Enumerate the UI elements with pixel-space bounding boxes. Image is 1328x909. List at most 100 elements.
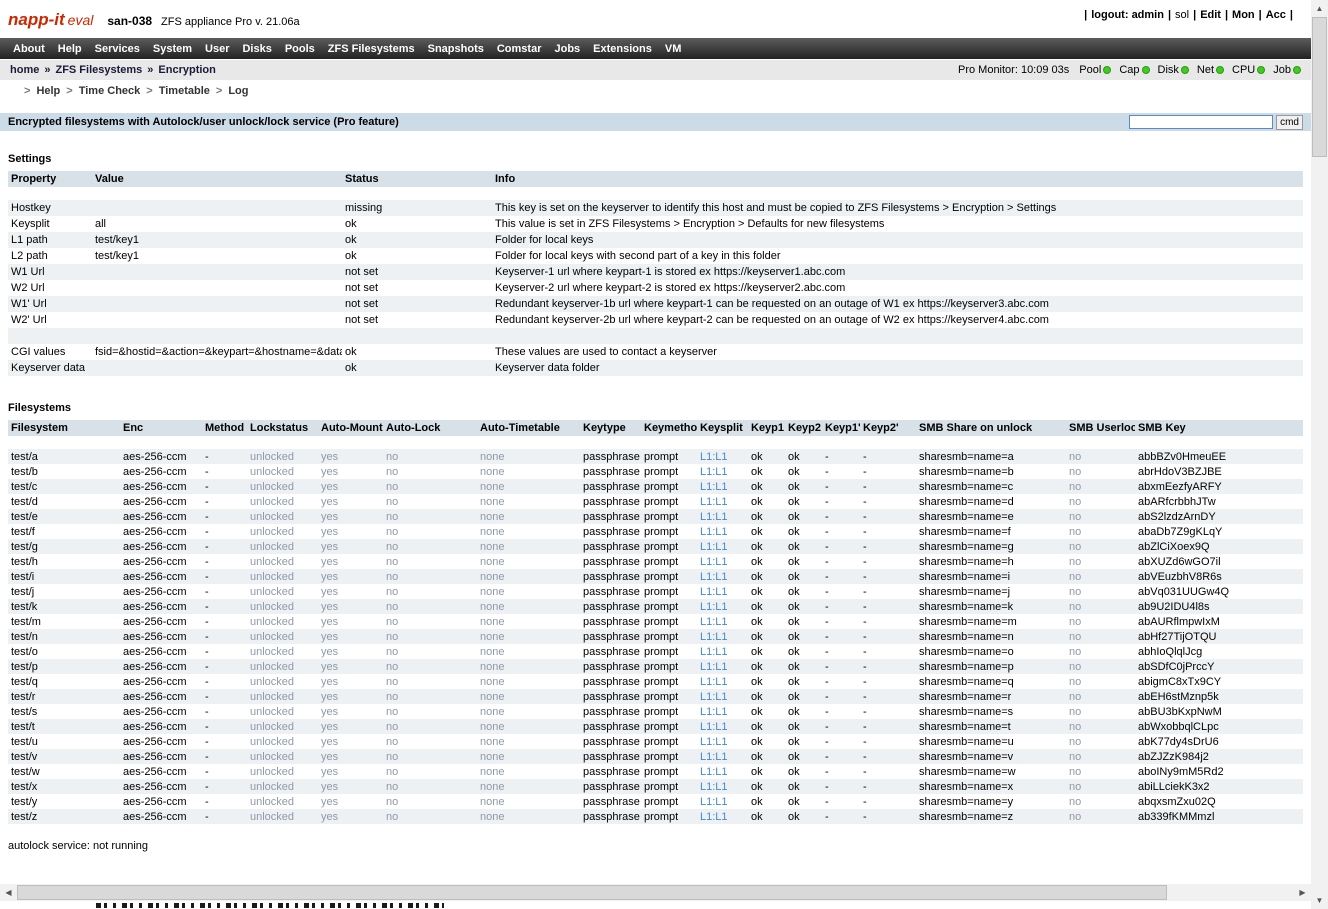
session-link-acc[interactable]: Acc [1266,9,1286,21]
fs-cell-keysplit[interactable]: L1:L1 [697,764,748,779]
submenu-link-log[interactable]: Log [228,85,248,97]
fs-cell-keysplit[interactable]: L1:L1 [697,794,748,809]
nav-item-system[interactable]: System [153,43,192,55]
fs-cell-lockstatus[interactable]: unlocked [247,524,318,539]
fs-cell-keysplit[interactable]: L1:L1 [697,659,748,674]
fs-cell-keysplit[interactable]: L1:L1 [697,524,748,539]
fs-cell-keysplit[interactable]: L1:L1 [697,449,748,464]
fs-cell-keysplit[interactable]: L1:L1 [697,629,748,644]
fs-cell-keysplit[interactable]: L1:L1 [697,734,748,749]
fs-cell-lockstatus[interactable]: unlocked [247,599,318,614]
monitor-indicator-cpu[interactable]: CPU [1232,64,1266,76]
fs-cell-lockstatus[interactable]: unlocked [247,689,318,704]
fs-cell-keysplit[interactable]: L1:L1 [697,479,748,494]
fs-cell-lockstatus[interactable]: unlocked [247,674,318,689]
fs-cell-keyp2: ok [788,795,800,808]
nav-item-extensions[interactable]: Extensions [593,43,652,55]
command-input[interactable] [1129,115,1274,129]
fs-cell-lockstatus[interactable]: unlocked [247,659,318,674]
scroll-up-icon[interactable]: ▲ [1311,0,1328,17]
fs-cell-keytype: passphrase [583,645,640,658]
fs-cell-keysplit[interactable]: L1:L1 [697,779,748,794]
horizontal-scrollbar[interactable]: ◀ ▶ [0,884,1311,901]
fs-cell-lockstatus[interactable]: unlocked [247,584,318,599]
nav-item-snapshots[interactable]: Snapshots [428,43,484,55]
breadcrumb-link-zfs-filesystems[interactable]: ZFS Filesystems [55,64,142,76]
fs-cell-lockstatus[interactable]: unlocked [247,629,318,644]
fs-cell-keysplit[interactable]: L1:L1 [697,584,748,599]
breadcrumb-link-home[interactable]: home [10,64,39,76]
nav-item-jobs[interactable]: Jobs [554,43,580,55]
fs-cell-keysplit[interactable]: L1:L1 [697,464,748,479]
submenu-link-timetable[interactable]: Timetable [159,85,210,97]
monitor-indicator-disk[interactable]: Disk [1158,64,1189,76]
fs-cell-keysplit[interactable]: L1:L1 [697,689,748,704]
nav-item-comstar[interactable]: Comstar [497,43,542,55]
vertical-scroll-thumb[interactable] [1312,17,1327,157]
fs-cell-keysplit[interactable]: L1:L1 [697,494,748,509]
nav-item-pools[interactable]: Pools [285,43,315,55]
nav-item-vm[interactable]: VM [665,43,682,55]
fs-cell-lockstatus[interactable]: unlocked [247,614,318,629]
fs-cell-keysplit[interactable]: L1:L1 [697,749,748,764]
monitor-indicator-cap[interactable]: Cap [1119,64,1150,76]
fs-cell-lockstatus[interactable]: unlocked [247,479,318,494]
fs-cell-lockstatus[interactable]: unlocked [247,704,318,719]
nav-item-about[interactable]: About [13,43,45,55]
session-link-mon[interactable]: Mon [1232,9,1255,21]
fs-cell-keysplit[interactable]: L1:L1 [697,554,748,569]
nav-item-services[interactable]: Services [95,43,140,55]
nav-item-disks[interactable]: Disks [242,43,271,55]
nav-item-zfs-filesystems[interactable]: ZFS Filesystems [328,43,415,55]
fs-cell-lockstatus[interactable]: unlocked [247,794,318,809]
session-link-logout-admin[interactable]: logout: admin [1091,9,1164,21]
fs-cell-lockstatus[interactable]: unlocked [247,749,318,764]
fs-cell-keysplit[interactable]: L1:L1 [697,644,748,659]
fs-cell-keyp1-prime: - [825,510,829,523]
fs-cell-lockstatus[interactable]: unlocked [247,569,318,584]
fs-cell-keysplit[interactable]: L1:L1 [697,509,748,524]
fs-cell-lockstatus[interactable]: unlocked [247,554,318,569]
fs-cell-smb-share: sharesmb=name=u [919,735,1014,748]
cmd-button[interactable]: cmd [1276,114,1303,130]
fs-cell-keysplit[interactable]: L1:L1 [697,674,748,689]
monitor-indicator-job[interactable]: Job [1273,64,1301,76]
fs-cell-keysplit[interactable]: L1:L1 [697,614,748,629]
fs-cell-lockstatus[interactable]: unlocked [247,734,318,749]
fs-cell-keysplit[interactable]: L1:L1 [697,704,748,719]
fs-cell-lockstatus[interactable]: unlocked [247,764,318,779]
vertical-scrollbar[interactable]: ▲ ▼ [1311,0,1328,909]
fs-cell-lockstatus[interactable]: unlocked [247,809,318,824]
fs-cell-lockstatus[interactable]: unlocked [247,644,318,659]
nav-item-user[interactable]: User [205,43,229,55]
monitor-indicator-net[interactable]: Net [1197,64,1225,76]
nav-item-help[interactable]: Help [58,43,82,55]
fs-cell-filesystem: test/i [11,570,35,583]
fs-cell-lockstatus[interactable]: unlocked [247,449,318,464]
fs-cell-lockstatus[interactable]: unlocked [247,464,318,479]
scroll-down-icon[interactable]: ▼ [1311,892,1328,909]
fs-cell-auto-mount: yes [321,510,339,523]
scroll-left-icon[interactable]: ◀ [0,884,17,901]
submenu-link-time-check[interactable]: Time Check [79,85,141,97]
monitor-indicator-pool[interactable]: Pool [1079,64,1112,76]
horizontal-scroll-thumb[interactable] [17,885,1167,900]
session-link-edit[interactable]: Edit [1200,9,1221,21]
fs-cell-lockstatus[interactable]: unlocked [247,719,318,734]
fs-cell-keysplit[interactable]: L1:L1 [697,809,748,824]
scroll-right-icon[interactable]: ▶ [1294,884,1311,901]
fs-cell-lockstatus[interactable]: unlocked [247,779,318,794]
fs-cell-keyp1-prime: - [825,600,829,613]
submenu-link-help[interactable]: Help [36,85,60,97]
fs-cell-keysplit[interactable]: L1:L1 [697,539,748,554]
fs-cell-auto-lock: no [386,810,399,823]
breadcrumb-link-encryption[interactable]: Encryption [158,64,215,76]
fs-cell-keysplit[interactable]: L1:L1 [697,719,748,734]
session-link-sol[interactable]: sol [1175,9,1189,21]
fs-cell-keysplit[interactable]: L1:L1 [697,569,748,584]
fs-cell-lockstatus[interactable]: unlocked [247,509,318,524]
fs-cell-keysplit[interactable]: L1:L1 [697,599,748,614]
fs-cell-lockstatus[interactable]: unlocked [247,539,318,554]
session-links: | logout: admin | sol | Edit | Mon | Acc | [1080,9,1297,21]
fs-cell-lockstatus[interactable]: unlocked [247,494,318,509]
